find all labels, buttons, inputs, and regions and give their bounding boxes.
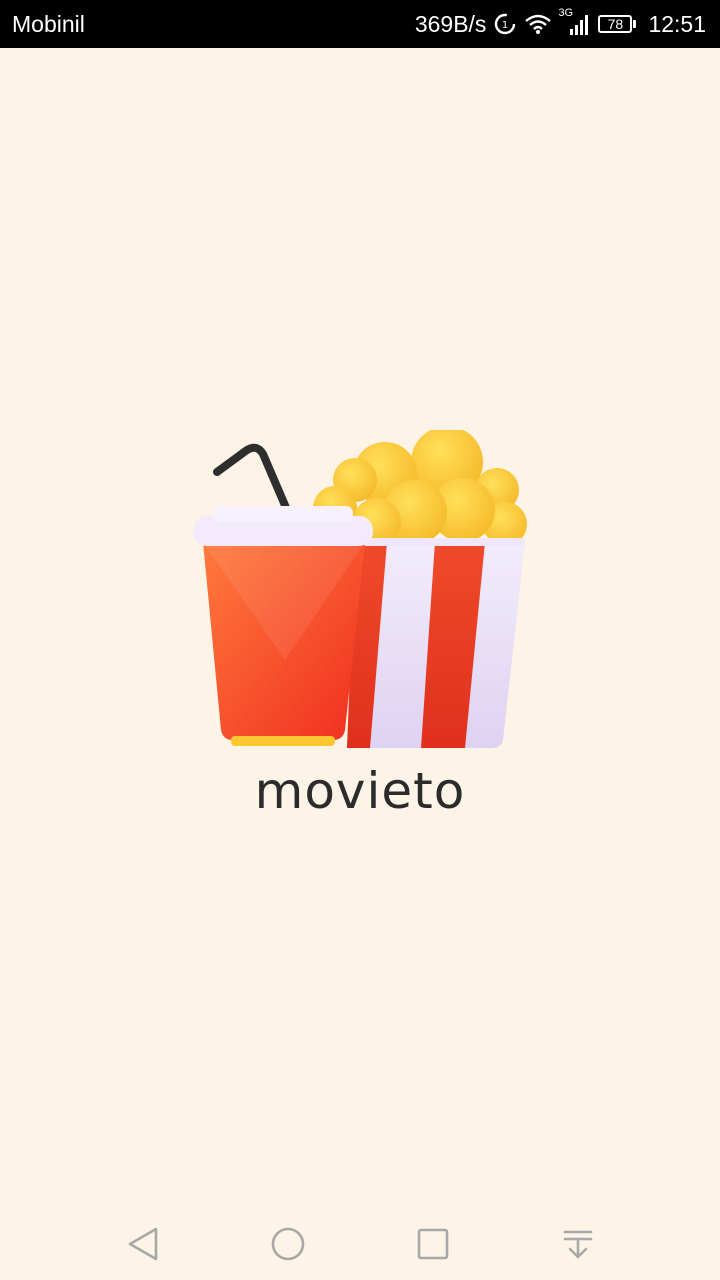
battery-level: 78 — [598, 15, 633, 33]
back-button[interactable] — [113, 1214, 173, 1274]
notification-pull-icon — [563, 1230, 592, 1259]
back-icon — [128, 1227, 157, 1261]
app-name: movieto — [254, 762, 466, 820]
clock: 12:51 — [648, 10, 706, 37]
svg-text:1: 1 — [502, 20, 508, 31]
recents-icon — [417, 1228, 448, 1260]
data-saver-icon: 1 — [494, 13, 516, 35]
battery-icon: 78 — [598, 15, 637, 33]
navigation-bar — [0, 1208, 720, 1280]
recents-button[interactable] — [403, 1214, 463, 1274]
signal-icon: 3G — [558, 7, 590, 35]
popcorn-and-drink-icon — [193, 430, 527, 748]
wifi-icon — [524, 13, 552, 35]
home-icon — [271, 1227, 304, 1261]
network-type: 3G — [558, 7, 574, 19]
status-bar: Mobinil 369B/s 1 3G 78 12:51 — [0, 0, 720, 48]
notification-pull-button[interactable] — [548, 1214, 608, 1274]
network-speed: 369B/s — [414, 10, 487, 37]
home-button[interactable] — [258, 1214, 318, 1274]
carrier-name: Mobinil — [12, 10, 85, 37]
